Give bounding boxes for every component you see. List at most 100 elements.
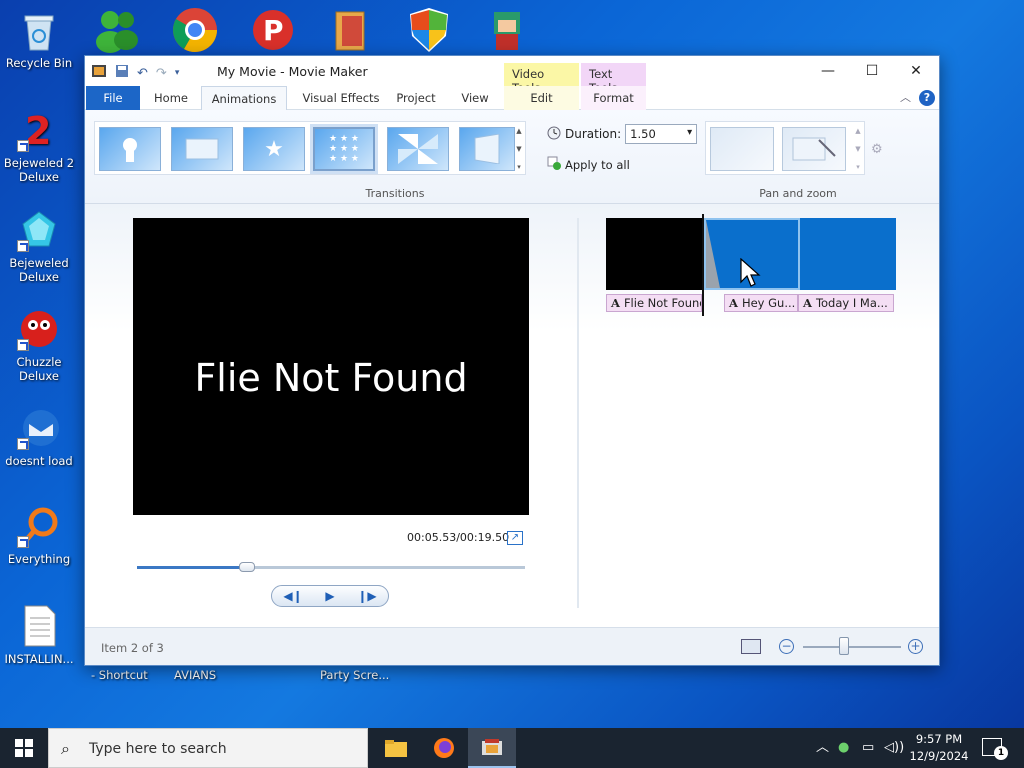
- apply-to-all-button[interactable]: Apply to all: [547, 156, 630, 173]
- windows-logo-icon: [15, 739, 33, 757]
- search-placeholder: Type here to search: [89, 741, 227, 757]
- recycle-bin-icon: [17, 8, 61, 52]
- taskbar-search-box[interactable]: ⌕ Type here to search: [48, 728, 368, 768]
- pan-zoom-apply-icon[interactable]: ⚙: [871, 142, 883, 157]
- pan-zoom-none[interactable]: [710, 127, 774, 171]
- tray-people-icon[interactable]: ●: [838, 728, 849, 768]
- next-frame-icon[interactable]: ❙▶: [357, 589, 376, 603]
- pan-zoom-automatic[interactable]: [782, 127, 846, 171]
- fullscreen-preview-icon[interactable]: ↗: [507, 531, 523, 545]
- taskbar-movie-maker[interactable]: [468, 728, 516, 768]
- firefox-icon: [434, 738, 454, 758]
- transition-star[interactable]: ★: [243, 127, 305, 171]
- pan-zoom-group-label: Pan and zoom: [759, 187, 837, 200]
- redo-icon[interactable]: ↷: [156, 66, 167, 81]
- close-button[interactable]: ✕: [893, 60, 939, 82]
- previous-frame-icon[interactable]: ◀❙: [283, 589, 302, 603]
- zoom-in-button[interactable]: +: [908, 639, 923, 654]
- tab-format[interactable]: Format: [581, 86, 646, 110]
- transitions-gallery: ★ ★ ★ ★ ★ ★ ★ ★ ★ ★ ▲ ▼ ▾: [94, 121, 526, 175]
- desktop-icon-messenger[interactable]: [92, 6, 142, 54]
- desktop-icon-label: Bejeweled 2 Deluxe: [3, 156, 75, 184]
- zoom-slider-thumb[interactable]: [839, 637, 849, 655]
- collapse-ribbon-icon[interactable]: ︿: [900, 89, 911, 105]
- transition-page-turn[interactable]: [459, 127, 515, 171]
- tab-edit[interactable]: Edit: [504, 86, 579, 110]
- tab-visual-effects[interactable]: Visual Effects: [291, 86, 391, 110]
- shortcut-arrow-icon: [17, 438, 29, 450]
- clock-time: 9:57 PM: [915, 732, 963, 746]
- duration-select[interactable]: 1.50: [625, 124, 698, 144]
- pan-zoom-scroll[interactable]: ▲ ▼ ▾: [852, 122, 864, 176]
- gallery-scroll[interactable]: ▲ ▼ ▾: [513, 122, 525, 176]
- desktop-icon-bejeweled[interactable]: Bejeweled Deluxe: [0, 208, 78, 284]
- help-icon[interactable]: ?: [919, 90, 935, 106]
- transition-pinwheel[interactable]: [387, 127, 449, 171]
- tab-animations[interactable]: Animations: [201, 86, 287, 111]
- desktop-icon-game-character[interactable]: [482, 6, 532, 54]
- text-caption-icon: A: [611, 296, 620, 310]
- desktop-icon-installing[interactable]: INSTALLIN...: [0, 604, 78, 666]
- minimize-button[interactable]: —: [805, 60, 851, 82]
- video-preview[interactable]: Flie Not Found: [133, 218, 529, 515]
- text-caption-chip[interactable]: A Hey Gu...: [724, 294, 798, 312]
- mouse-cursor-icon: [740, 258, 761, 287]
- pinball-icon: P: [253, 10, 293, 50]
- text-caption-chip[interactable]: A Flie Not Found: [606, 294, 702, 312]
- tab-home[interactable]: Home: [145, 86, 197, 110]
- desktop-icon-label: doesnt load: [5, 454, 73, 468]
- text-caption-chip[interactable]: A Today I Ma...: [798, 294, 894, 312]
- pinwheel-icon: [394, 134, 442, 164]
- desktop-icon-chrome[interactable]: [170, 6, 220, 54]
- shortcut-arrow-icon: [17, 240, 29, 252]
- tab-file[interactable]: File: [86, 86, 140, 110]
- tray-network-icon[interactable]: ▭: [862, 728, 874, 768]
- taskbar-file-explorer[interactable]: [372, 728, 420, 768]
- desktop-icon-chuzzle[interactable]: Chuzzle Deluxe: [0, 307, 78, 383]
- messenger-icon: [96, 11, 138, 53]
- desktop-icon-label: Chuzzle Deluxe: [16, 355, 62, 383]
- tray-overflow-icon[interactable]: ︿: [816, 728, 829, 768]
- page-turn-icon: [466, 134, 508, 164]
- start-button[interactable]: [0, 728, 48, 768]
- storyboard-playhead[interactable]: [702, 214, 704, 316]
- thunderbird-icon: [17, 406, 61, 450]
- desktop-icon-bejeweled-2[interactable]: 2 Bejeweled 2 Deluxe: [0, 108, 78, 184]
- undo-icon[interactable]: ↶: [137, 66, 148, 81]
- thumbnail-size-icon[interactable]: [741, 639, 761, 654]
- maximize-button[interactable]: ☐: [849, 60, 895, 82]
- transition-stars-grid[interactable]: ★ ★ ★ ★ ★ ★ ★ ★ ★: [313, 127, 375, 171]
- caption-label: Flie Not Found: [623, 296, 702, 310]
- chuzzle-icon: [17, 307, 61, 351]
- duration-row: Duration: 1.50: [547, 124, 698, 144]
- desktop-icon-recycle-bin[interactable]: Recycle Bin: [0, 8, 78, 70]
- video-tools-context-tab: Video Tools: [504, 63, 579, 95]
- taskbar-firefox[interactable]: [420, 728, 468, 768]
- desktop-icon-folder-doc[interactable]: [328, 6, 378, 54]
- shortcut-arrow-icon: [17, 140, 29, 152]
- zoom-slider-track[interactable]: [803, 646, 901, 648]
- customize-toolbar-icon[interactable]: ▾: [175, 68, 180, 78]
- desktop-icon-shield[interactable]: [404, 6, 454, 54]
- clip-thumbnail[interactable]: [606, 218, 702, 290]
- title-bar[interactable]: ↶ ↷ ▾ My Movie - Movie Maker Video Tools…: [85, 56, 939, 95]
- seek-bar-thumb[interactable]: [239, 562, 256, 572]
- play-icon[interactable]: ▶: [325, 589, 334, 603]
- pane-splitter[interactable]: [577, 218, 579, 608]
- seek-bar[interactable]: [137, 562, 525, 572]
- transition-keyhole[interactable]: [99, 127, 161, 171]
- window-title: My Movie - Movie Maker: [217, 64, 368, 79]
- tab-view[interactable]: View: [450, 86, 500, 110]
- zoom-out-button[interactable]: −: [779, 639, 794, 654]
- desktop-icon-thunderbird[interactable]: doesnt load: [0, 406, 78, 468]
- taskbar-clock[interactable]: 9:57 PM 12/9/2024: [906, 731, 972, 765]
- clip-thumbnail[interactable]: [800, 218, 896, 290]
- tray-volume-icon[interactable]: ◁)): [884, 728, 904, 768]
- tab-project[interactable]: Project: [391, 86, 441, 110]
- text-document-icon: [17, 604, 61, 648]
- transition-fade[interactable]: [171, 127, 233, 171]
- desktop-icon-pinball[interactable]: P: [248, 6, 298, 54]
- save-icon[interactable]: [115, 64, 129, 82]
- caption-label: Hey Gu...: [741, 296, 796, 310]
- desktop-icon-everything[interactable]: Everything: [0, 504, 78, 566]
